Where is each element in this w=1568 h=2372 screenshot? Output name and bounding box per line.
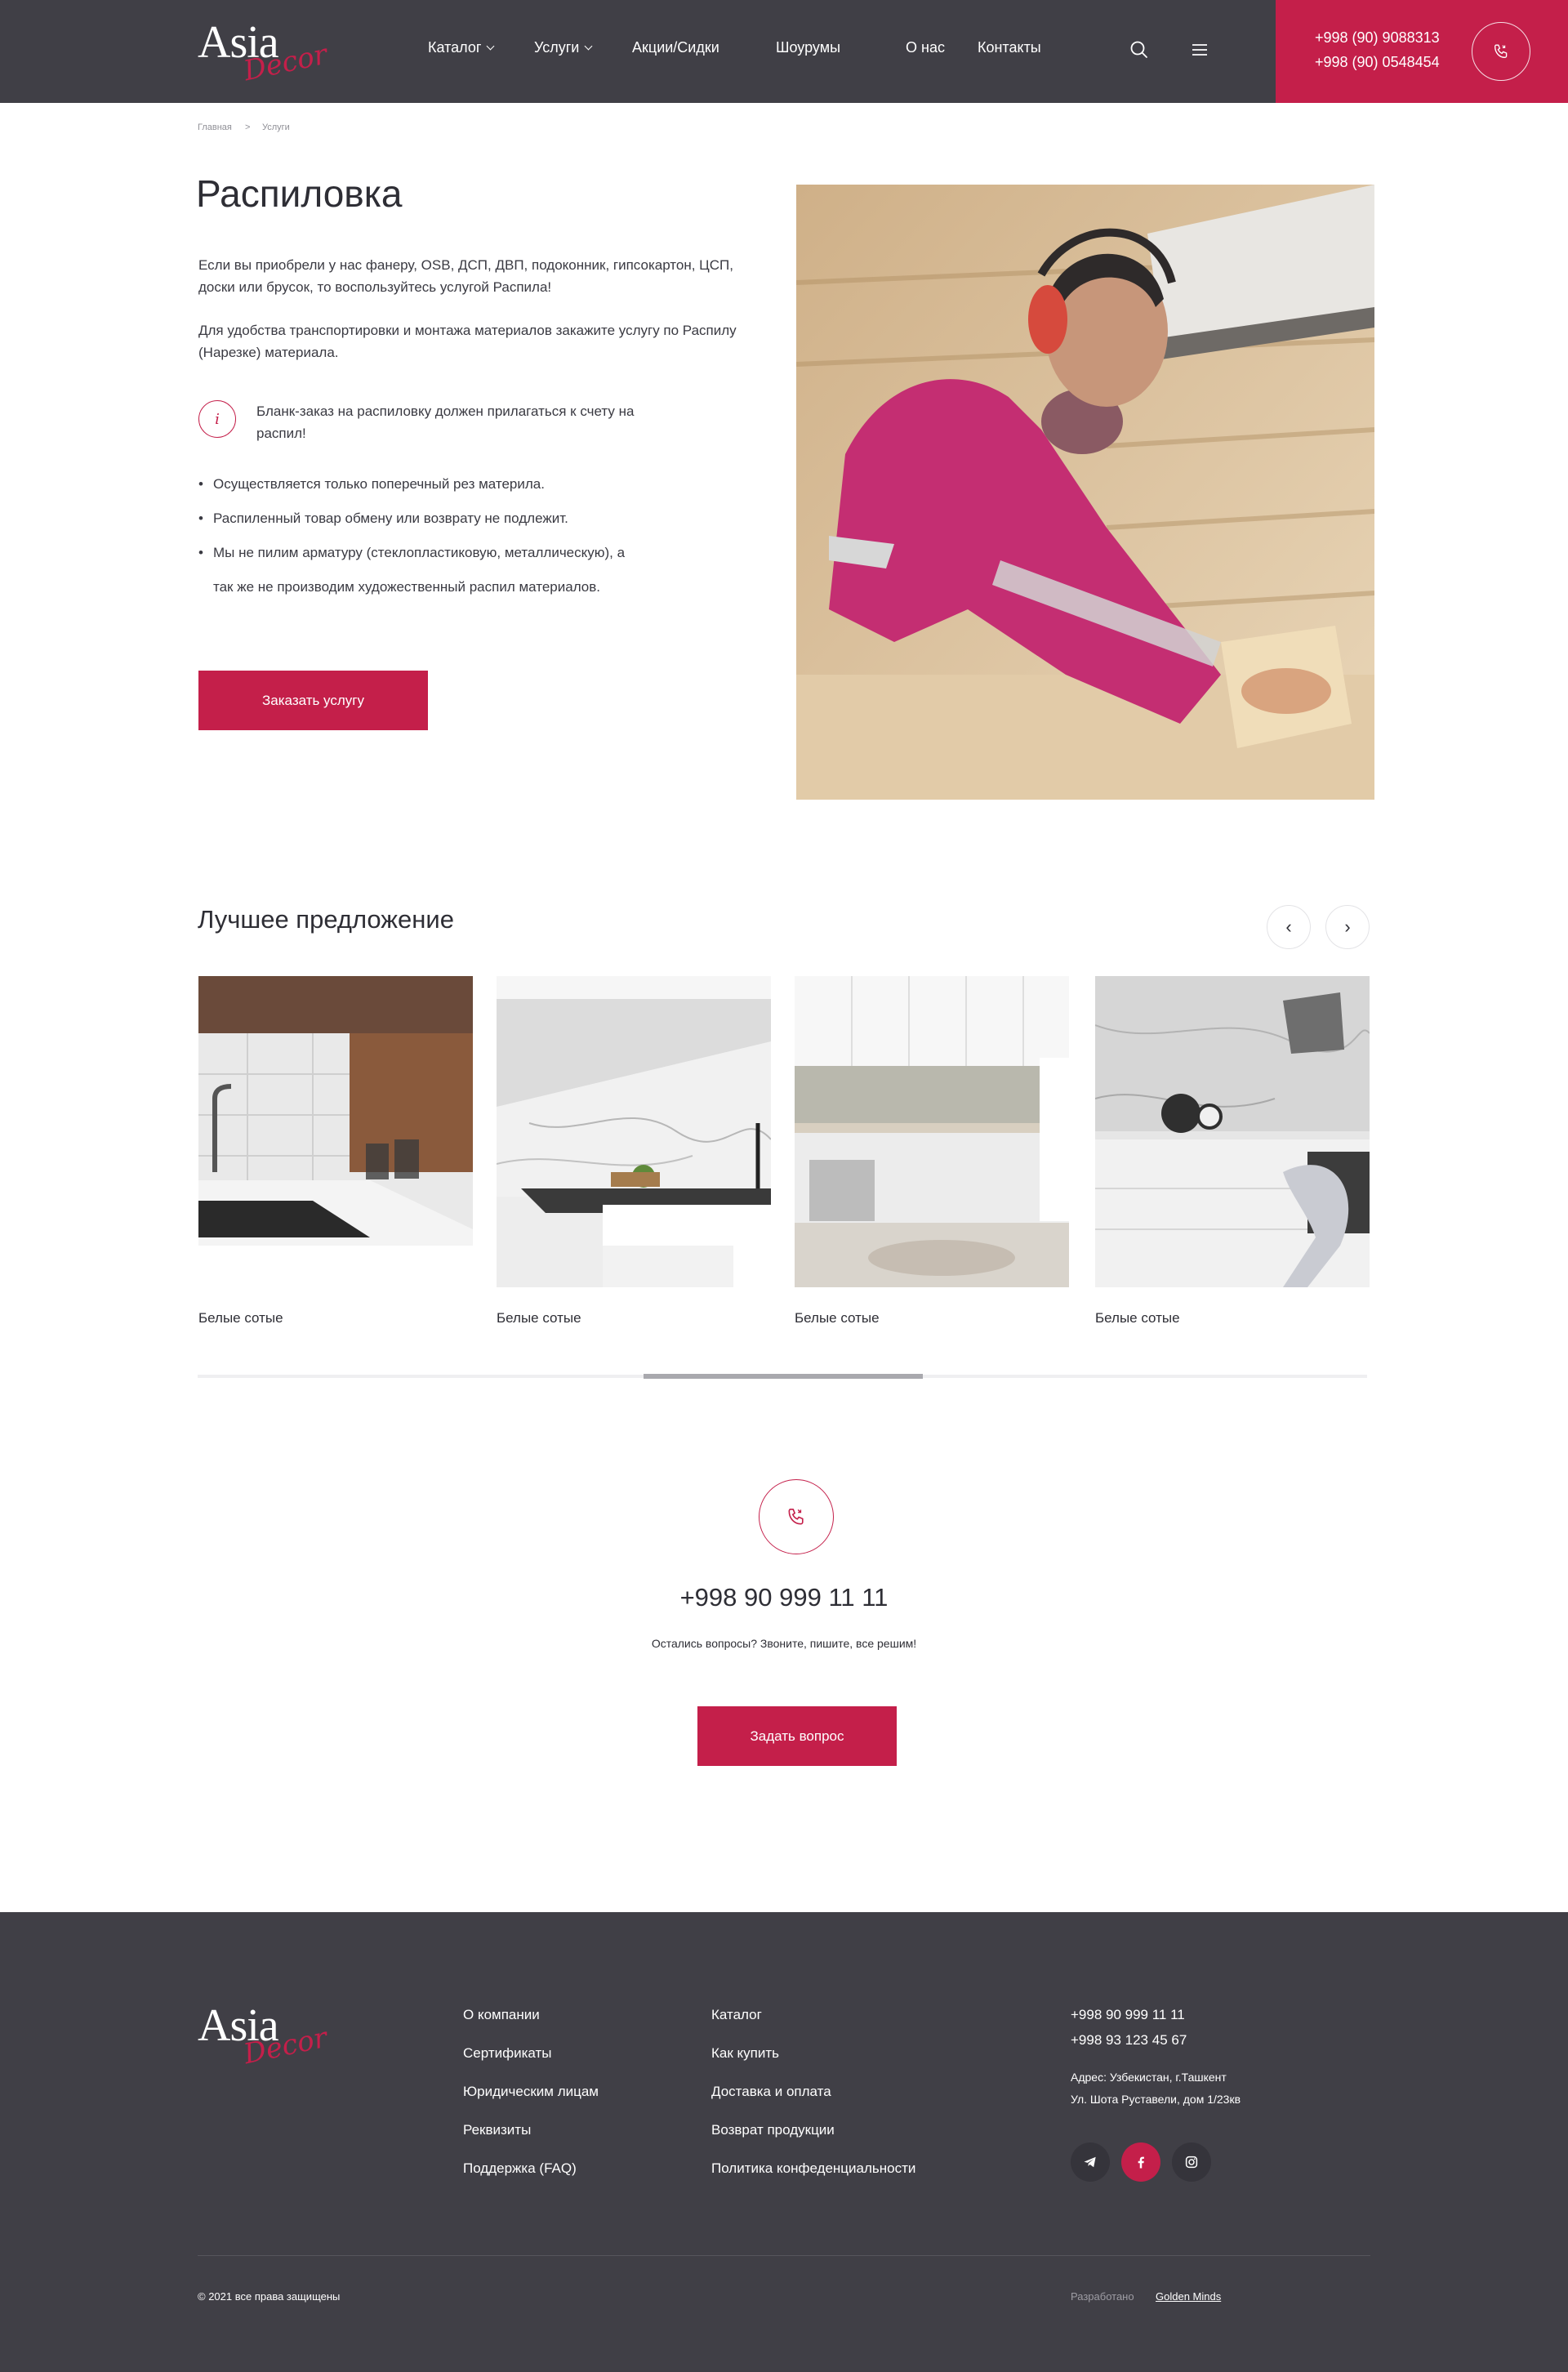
product-card-image[interactable] [1095, 976, 1370, 1287]
bullet-text: Осуществляется только поперечный рез мат… [213, 476, 545, 492]
bullet-continuation: так же не производим художественный расп… [213, 579, 601, 595]
footer-link-about[interactable]: О компании [463, 2007, 540, 2023]
footer-link-requisites[interactable]: Реквизиты [463, 2122, 531, 2138]
chevron-down-icon [486, 42, 495, 51]
nav-label: Акции/Сидки [632, 39, 719, 56]
product-card-title[interactable]: Белые сотые [497, 1310, 581, 1326]
product-card-title[interactable]: Белые сотые [1095, 1310, 1180, 1326]
nav-label: Контакты [978, 39, 1041, 56]
nav-promotions[interactable]: Акции/Сидки [632, 39, 719, 56]
contact-subtitle: Остались вопросы? Звоните, пишите, все р… [651, 1637, 917, 1650]
header-phone-2[interactable]: +998 (90) 0548454 [1315, 54, 1440, 71]
bullet-item: • Осуществляется только поперечный рез ма… [198, 476, 545, 492]
hero-image-worker [796, 185, 1374, 800]
developer-link[interactable]: Golden Minds [1156, 2290, 1221, 2303]
section-title-best-offer: Лучшее предложение [198, 905, 454, 934]
instagram-icon[interactable] [1172, 2142, 1211, 2182]
nav-services[interactable]: Услуги [534, 39, 593, 56]
nav-label: Шоурумы [776, 39, 841, 56]
breadcrumb-services: Услуги [262, 123, 290, 132]
bullet-text: Мы не пилим арматуру (стеклопластиковую,… [213, 545, 626, 560]
breadcrumb-home[interactable]: Главная [198, 123, 232, 132]
footer-link-delivery[interactable]: Доставка и оплата [711, 2084, 831, 2100]
order-service-button[interactable]: Заказать услугу [198, 671, 428, 730]
intro-paragraph-2: Для удобства транспортировки и монтажа м… [198, 323, 737, 360]
info-note: Бланк-заказ на распиловку должен прилага… [256, 404, 635, 441]
info-icon-glyph: i [215, 410, 220, 428]
footer-address-line-1: Адрес: Узбекистан, г.Ташкент [1071, 2071, 1227, 2084]
footer-link-legal-entities[interactable]: Юридическим лицам [463, 2084, 599, 2100]
nav-label: Каталог [428, 39, 482, 56]
footer-phone-1[interactable]: +998 90 999 11 11 [1071, 2007, 1185, 2023]
logo[interactable]: Asia Decor [198, 20, 330, 93]
nav-showrooms[interactable]: Шоурумы [776, 39, 840, 56]
nav-catalog[interactable]: Каталог [428, 39, 495, 56]
carousel-prev-button[interactable]: ‹ [1267, 905, 1311, 949]
nav-label: О нас [906, 39, 945, 56]
carousel-next-button[interactable]: › [1325, 905, 1370, 949]
product-card-title[interactable]: Белые сотые [198, 1310, 283, 1326]
nav-label: Услуги [534, 39, 580, 56]
phone-icon [788, 1508, 804, 1525]
info-icon: i [198, 400, 236, 438]
product-card-image[interactable] [198, 976, 473, 1287]
breadcrumb-separator: > [245, 123, 251, 132]
header-phone-panel: +998 (90) 9088313 +998 (90) 0548454 [1276, 0, 1568, 103]
footer-divider [198, 2255, 1370, 2256]
search-icon[interactable] [1127, 38, 1152, 62]
contact-phone[interactable]: +998 90 999 11 11 [0, 1583, 1568, 1612]
footer-address-line-2: Ул. Шота Руставели, дом 1/23кв [1071, 2093, 1241, 2106]
facebook-icon[interactable] [1121, 2142, 1160, 2182]
chevron-left-icon: ‹ [1285, 916, 1292, 937]
bullet-text: Распиленный товар обмену или возврату не… [213, 511, 568, 526]
telegram-icon[interactable] [1071, 2142, 1110, 2182]
product-card-title[interactable]: Белые сотые [795, 1310, 880, 1326]
page-title: Распиловка [196, 172, 403, 215]
intro-paragraph: Если вы приобрели у нас фанеру, OSB, ДСП… [198, 257, 733, 295]
ask-question-button[interactable]: Задать вопрос [697, 1706, 897, 1766]
product-card-image[interactable] [497, 976, 771, 1287]
chevron-right-icon: › [1344, 916, 1351, 937]
carousel-scrollbar-thumb[interactable] [644, 1374, 923, 1379]
footer-phone-2[interactable]: +998 93 123 45 67 [1071, 2032, 1187, 2049]
copyright: © 2021 все права защищены [198, 2290, 341, 2303]
bullet-item: • Распиленный товар обмену или возврату н… [198, 511, 568, 526]
footer-link-privacy[interactable]: Политика конфеденциальности [711, 2160, 915, 2177]
chevron-down-icon [584, 42, 593, 51]
product-card-image[interactable] [795, 976, 1069, 1287]
call-button[interactable] [1472, 22, 1530, 81]
contact-call-icon[interactable] [759, 1479, 834, 1554]
footer-link-how-to-buy[interactable]: Как купить [711, 2045, 779, 2062]
hamburger-menu-icon[interactable] [1187, 38, 1212, 62]
footer-link-certificates[interactable]: Сертификаты [463, 2045, 551, 2062]
footer-logo[interactable]: Asia Decor [198, 2003, 330, 2076]
footer-link-faq[interactable]: Поддержка (FAQ) [463, 2160, 577, 2177]
nav-about[interactable]: О нас [906, 39, 945, 56]
footer-link-catalog[interactable]: Каталог [711, 2007, 762, 2023]
nav-contacts[interactable]: Контакты [978, 39, 1041, 56]
bullet-item: • Мы не пилим арматуру (стеклопластиковую… [198, 545, 626, 560]
developed-by-label: Разработано [1071, 2290, 1134, 2303]
site-footer [0, 1912, 1568, 2372]
header-phone-1[interactable]: +998 (90) 9088313 [1315, 29, 1440, 47]
footer-link-returns[interactable]: Возврат продукции [711, 2122, 835, 2138]
phone-icon [1494, 44, 1508, 59]
